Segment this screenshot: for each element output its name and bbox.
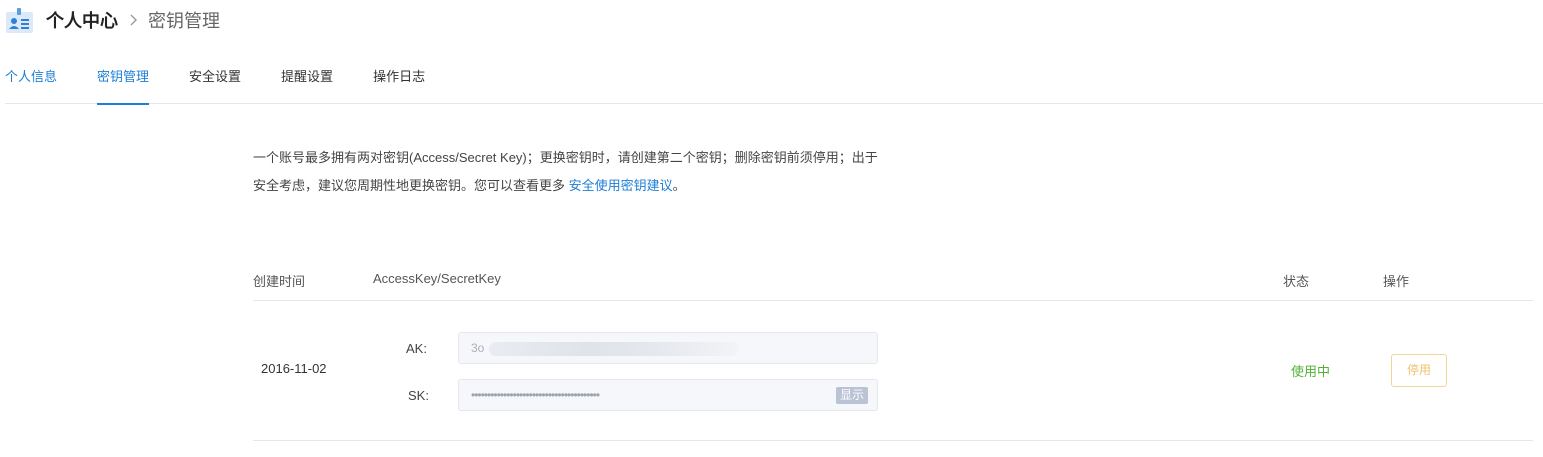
header-keys: AccessKey/SecretKey — [373, 271, 501, 286]
status-badge: 使用中 — [1291, 364, 1331, 379]
tab-reminder-settings[interactable]: 提醒设置 — [281, 58, 333, 104]
tab-operation-log[interactable]: 操作日志 — [373, 58, 425, 104]
breadcrumb-current: 密钥管理 — [148, 11, 220, 31]
access-key-field[interactable]: 3o Pb — [458, 332, 878, 364]
tab-personal-info[interactable]: 个人信息 — [5, 58, 57, 104]
chevron-right-icon — [130, 14, 138, 26]
profile-card-icon — [6, 7, 33, 33]
key-policy-description: 一个账号最多拥有两对密钥(Access/Secret Key)；更换密钥时，请创… — [253, 144, 883, 200]
sk-label: SK: — [408, 388, 429, 403]
key-table: 创建时间 AccessKey/SecretKey 状态 操作 2016-11-0… — [253, 260, 1533, 441]
breadcrumb-root[interactable]: 个人中心 — [46, 7, 118, 33]
access-key-value: 3o — [471, 341, 485, 355]
page-header: 个人中心 密钥管理 — [6, 6, 220, 34]
ak-label: AK: — [406, 341, 427, 356]
description-text: 一个账号最多拥有两对密钥(Access/Secret Key)；更换密钥时，请创… — [253, 150, 878, 193]
security-advice-link[interactable]: 安全使用密钥建议 — [569, 178, 673, 193]
table-header: 创建时间 AccessKey/SecretKey 状态 操作 — [253, 260, 1533, 301]
header-action: 操作 — [1383, 274, 1410, 289]
tab-key-management[interactable]: 密钥管理 — [97, 58, 150, 105]
created-date: 2016-11-02 — [261, 361, 327, 376]
disable-button[interactable]: 停用 — [1391, 354, 1447, 387]
secret-key-field[interactable]: ••••••••••••••••••••••••••••••••••••••••… — [458, 379, 878, 411]
header-status: 状态 — [1283, 274, 1310, 289]
show-secret-button[interactable]: 显示 — [835, 387, 868, 404]
table-row: 2016-11-02 AK: 3o Pb SK: •••••••••••••••… — [253, 301, 1533, 441]
description-end: 。 — [672, 178, 686, 193]
header-created-time: 创建时间 — [253, 274, 306, 289]
tab-bar: 个人信息 密钥管理 安全设置 提醒设置 操作日志 — [5, 58, 1543, 105]
access-key-mask — [489, 342, 739, 356]
tab-security-settings[interactable]: 安全设置 — [189, 58, 241, 104]
secret-key-value: •••••••••••••••••••••••••••••••••••••••• — [471, 388, 600, 402]
